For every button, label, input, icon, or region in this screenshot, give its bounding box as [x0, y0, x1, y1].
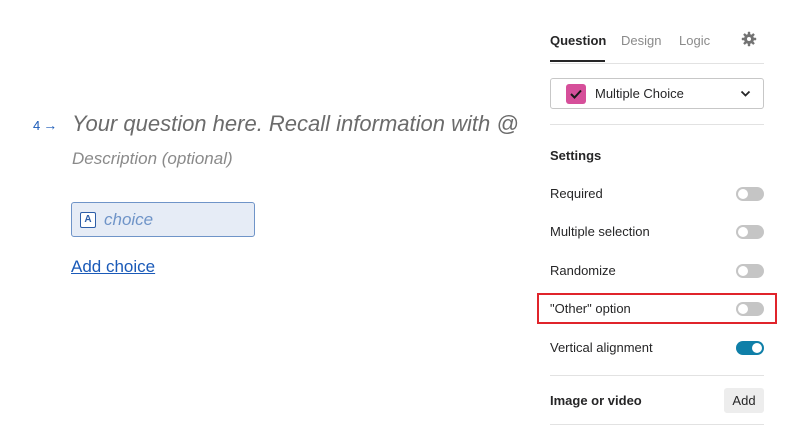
settings-heading: Settings: [550, 148, 602, 163]
randomize-toggle[interactable]: [736, 264, 764, 278]
divider: [550, 124, 764, 125]
question-title-input[interactable]: Your question here. Recall information w…: [72, 111, 519, 137]
setting-label-randomize: Randomize: [550, 263, 616, 278]
multiple-selection-toggle[interactable]: [736, 225, 764, 239]
choice-key-badge: A: [80, 211, 96, 228]
image-or-video-label: Image or video: [550, 393, 642, 408]
question-number-label: 4: [33, 117, 41, 133]
tab-design[interactable]: Design: [621, 33, 661, 48]
question-type-label: Multiple Choice: [595, 86, 684, 101]
setting-label-multiple-selection: Multiple selection: [550, 224, 650, 239]
add-media-button[interactable]: Add: [724, 388, 764, 413]
required-toggle[interactable]: [736, 187, 764, 201]
gear-icon[interactable]: [741, 31, 757, 47]
tab-logic[interactable]: Logic: [679, 33, 710, 48]
panel-tabs: Question Design Logic: [550, 31, 764, 64]
question-number: 4 →: [33, 117, 57, 133]
setting-label-required: Required: [550, 186, 603, 201]
vertical-alignment-toggle[interactable]: [736, 341, 764, 355]
tab-question[interactable]: Question: [550, 33, 606, 48]
question-settings-panel: Question Design Logic Multiple Choice Se…: [550, 0, 766, 440]
add-choice-link[interactable]: Add choice: [71, 257, 155, 277]
divider: [550, 424, 764, 425]
other-option-highlight-box: [537, 293, 777, 324]
choice-item[interactable]: A choice: [71, 202, 255, 237]
question-description-input[interactable]: Description (optional): [72, 149, 233, 169]
checkbox-check-icon: [566, 83, 586, 104]
active-tab-indicator: [550, 60, 605, 62]
arrow-right-icon: →: [43, 117, 58, 133]
divider: [550, 375, 764, 376]
choice-input[interactable]: choice: [104, 210, 153, 230]
chevron-down-icon: [740, 90, 751, 97]
setting-label-vertical-alignment: Vertical alignment: [550, 340, 653, 355]
question-type-dropdown[interactable]: Multiple Choice: [550, 78, 764, 109]
